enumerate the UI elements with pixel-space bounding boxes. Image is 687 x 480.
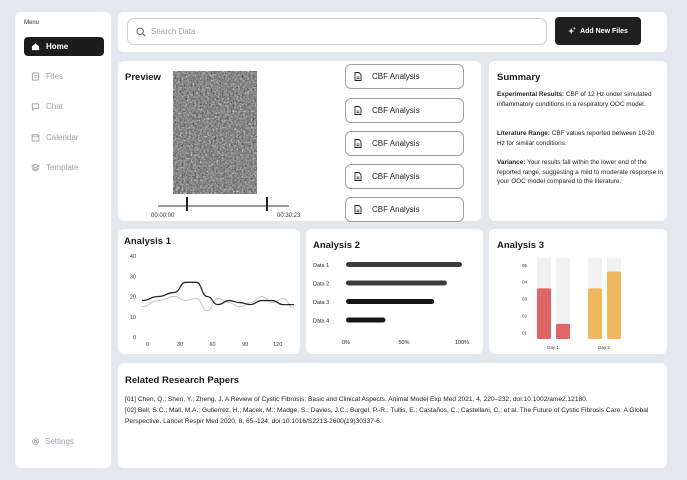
cbf-analysis-button[interactable]: CBF Analysis bbox=[345, 131, 464, 156]
x-tick-label: 0% bbox=[342, 340, 350, 346]
nav-item-calendar[interactable]: Calendar bbox=[24, 128, 104, 147]
x-tick-label: 120 bbox=[273, 342, 282, 348]
summary-title: Summary bbox=[497, 72, 541, 83]
cbf-analysis-label: CBF Analysis bbox=[372, 72, 420, 81]
y-tick-label: 04 bbox=[522, 280, 528, 285]
time-end: 00:30:23 bbox=[277, 213, 301, 219]
y-tick-label: 05 bbox=[522, 263, 528, 268]
settings-link[interactable]: Settings bbox=[31, 437, 74, 446]
category-label: Data 3 bbox=[313, 300, 329, 306]
menu-label: Menu bbox=[24, 20, 40, 26]
bar bbox=[346, 299, 435, 304]
bar bbox=[537, 288, 551, 339]
chat-icon bbox=[31, 103, 40, 111]
y-tick-label: 0 bbox=[133, 335, 136, 341]
category-label: Data 4 bbox=[313, 319, 329, 325]
y-tick-label: 03 bbox=[522, 297, 528, 302]
bar bbox=[607, 271, 621, 339]
category-label: Data 2 bbox=[313, 282, 329, 288]
files-icon bbox=[31, 72, 40, 81]
document-icon bbox=[354, 172, 362, 181]
analysis-2-chart: Data 1 Data 2 Data 3 Data 4 0% 50% 100% bbox=[313, 262, 469, 346]
papers-title: Related Research Papers bbox=[125, 375, 240, 386]
y-tick-label: 30 bbox=[130, 274, 136, 280]
analysis-3-panel: Analysis 3 01 02 03 04 05 Day 1 Day 2 bbox=[489, 229, 667, 354]
preview-title: Preview bbox=[125, 72, 161, 83]
document-icon bbox=[354, 205, 362, 214]
document-icon bbox=[354, 139, 362, 148]
timeline-handle-start[interactable] bbox=[186, 197, 188, 211]
bar bbox=[588, 288, 602, 339]
papers-panel: Related Research Papers [01] Chen, Q.; S… bbox=[118, 363, 667, 468]
nav-item-label: Calendar bbox=[46, 133, 79, 142]
nav-item-home[interactable]: Home bbox=[24, 37, 104, 56]
timeline-handle-end[interactable] bbox=[266, 197, 268, 211]
calendar-icon bbox=[31, 133, 40, 142]
x-tick-label: 90 bbox=[242, 342, 248, 348]
nav-item-label: Files bbox=[46, 72, 63, 81]
x-tick-label: 50% bbox=[398, 340, 409, 346]
nav-item-chat[interactable]: Chat bbox=[24, 97, 104, 116]
time-start: 00:00:00 bbox=[151, 213, 175, 219]
x-tick-label: 60 bbox=[210, 342, 216, 348]
nav-item-label: Template bbox=[46, 163, 79, 172]
microscopy-image bbox=[173, 71, 257, 194]
category-label: Data 1 bbox=[313, 263, 329, 269]
summary-item: Experimental Results: CBF of 12 Hz under… bbox=[497, 91, 652, 108]
analysis-2-panel: Analysis 2 Data 1 Data 2 Data 3 Data 4 0% 50%… bbox=[306, 229, 483, 354]
x-tick-label: Day 2 bbox=[598, 345, 610, 350]
analysis-3-chart: 01 02 03 04 05 Day 1 Day 2 bbox=[522, 258, 621, 350]
series-line bbox=[141, 281, 294, 306]
summary-panel: Summary Experimental Results: CBF of 12 … bbox=[489, 61, 667, 221]
analysis-1-panel: Analysis 1 0 10 20 30 40 0 30 60 90 120 bbox=[118, 229, 300, 354]
y-tick-label: 40 bbox=[130, 254, 136, 260]
gear-icon bbox=[32, 438, 39, 445]
cbf-analysis-button[interactable]: CBF Analysis bbox=[345, 197, 464, 222]
nav-item-template[interactable]: Template bbox=[24, 158, 104, 177]
video-timeline[interactable] bbox=[158, 205, 289, 207]
home-icon bbox=[31, 43, 40, 51]
cbf-analysis-label: CBF Analysis bbox=[372, 205, 420, 214]
paper-entry[interactable]: [01] Chen, Q.; Shen, Y.; Zheng, J. A Rev… bbox=[125, 394, 660, 405]
cbf-analysis-label: CBF Analysis bbox=[372, 172, 420, 181]
x-tick-label: 30 bbox=[177, 342, 183, 348]
sidebar: Menu Home Files Chat Calendar Template S… bbox=[15, 12, 111, 468]
bar bbox=[346, 317, 386, 323]
sparkle-icon bbox=[568, 27, 576, 35]
nav-item-files[interactable]: Files bbox=[24, 67, 104, 86]
search-input[interactable] bbox=[151, 27, 531, 36]
y-tick-label: 01 bbox=[522, 330, 528, 335]
cbf-analysis-button[interactable]: CBF Analysis bbox=[345, 98, 464, 123]
cbf-analysis-button[interactable]: CBF Analysis bbox=[345, 64, 464, 89]
nav-item-label: Home bbox=[46, 42, 69, 51]
add-new-files-label: Add New Files bbox=[580, 27, 628, 35]
search-icon bbox=[136, 26, 146, 37]
document-icon bbox=[354, 72, 362, 81]
nav-item-label: Chat bbox=[46, 102, 63, 111]
layers-icon bbox=[31, 163, 40, 172]
x-tick-label: 0 bbox=[146, 342, 149, 348]
document-icon bbox=[354, 106, 362, 115]
paper-entry[interactable]: [02] Bell, S.C.; Mall, M.A.; Gutierrez, … bbox=[125, 405, 660, 427]
x-tick-label: 100% bbox=[455, 340, 469, 346]
cbf-analysis-button[interactable]: CBF Analysis bbox=[345, 164, 464, 189]
search-box[interactable] bbox=[127, 18, 547, 45]
y-tick-label: 10 bbox=[130, 315, 136, 321]
analysis-1-chart: 0 10 20 30 40 0 30 60 90 120 bbox=[130, 254, 295, 348]
preview-panel: Preview 00:00:00 00:30:23 CBF Analysis C… bbox=[118, 61, 481, 222]
series-line bbox=[141, 295, 295, 312]
cbf-analysis-label: CBF Analysis bbox=[372, 106, 420, 115]
settings-label: Settings bbox=[45, 437, 74, 446]
y-tick-label: 20 bbox=[130, 295, 136, 301]
bar bbox=[346, 262, 462, 267]
cbf-analysis-label: CBF Analysis bbox=[372, 139, 420, 148]
bar bbox=[556, 323, 570, 339]
add-new-files-button[interactable]: Add New Files bbox=[555, 17, 641, 45]
y-tick-label: 02 bbox=[522, 313, 528, 318]
top-bar: Add New Files bbox=[118, 12, 667, 52]
summary-item: Variance: Your results fall within the l… bbox=[497, 159, 663, 186]
summary-item: Literature Range: CBF values reported be… bbox=[497, 130, 655, 147]
x-tick-label: Day 1 bbox=[547, 345, 559, 350]
bar bbox=[346, 280, 447, 286]
